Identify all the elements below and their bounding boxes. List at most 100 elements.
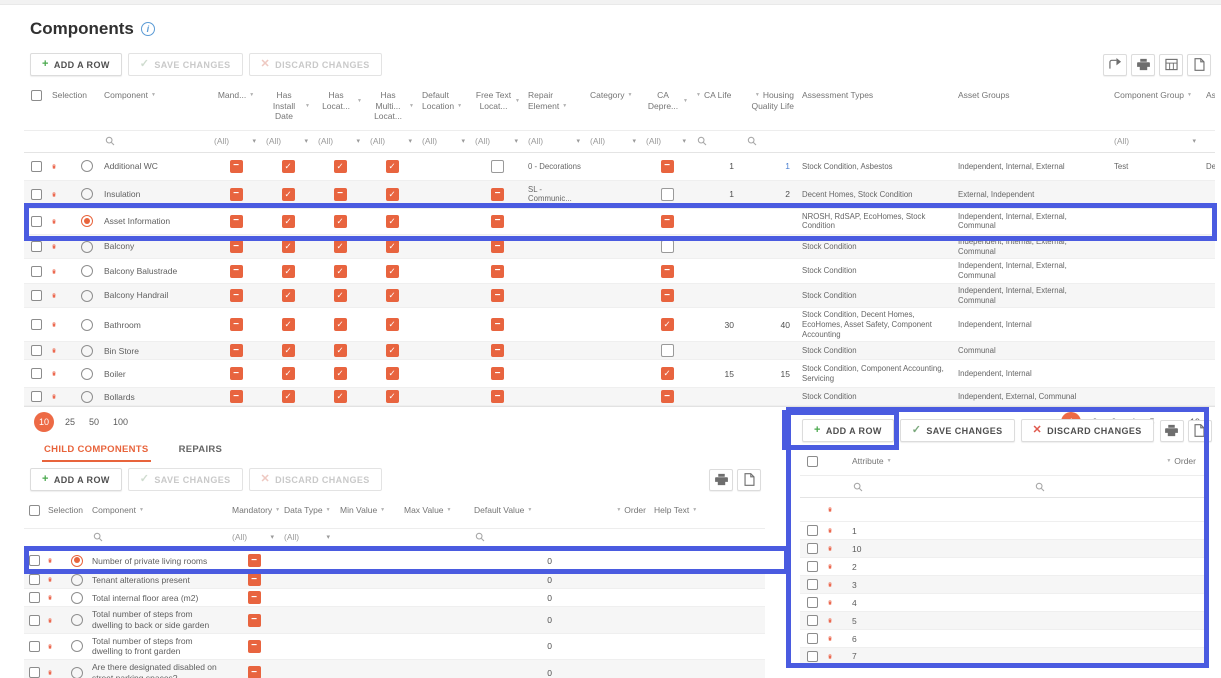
select-all-checkbox[interactable]	[807, 456, 818, 467]
has-install-filter-select[interactable]: (All)▾	[262, 136, 314, 146]
mand-checkbox[interactable]	[230, 215, 243, 228]
child-save-changes-button[interactable]: ✓SAVE CHANGES	[128, 468, 243, 491]
row-radio[interactable]	[71, 614, 83, 626]
has-multi-checkbox[interactable]	[386, 289, 399, 302]
column-header-ca-life[interactable]: ▼CA Life	[692, 88, 742, 103]
column-header-has-multi[interactable]: Has Multi... Locat...▼	[366, 88, 418, 124]
row-checkbox[interactable]	[29, 615, 40, 626]
has-multi-checkbox[interactable]	[386, 215, 399, 228]
mand-checkbox[interactable]	[230, 289, 243, 302]
mandatory-checkbox[interactable]	[248, 591, 261, 604]
row-checkbox[interactable]	[807, 561, 818, 572]
column-header-default-location[interactable]: Default Location▼	[418, 88, 471, 113]
mand-checkbox[interactable]	[230, 344, 243, 357]
table-row-selected[interactable]: Number of private living rooms 0	[24, 551, 765, 571]
column-header-ca-depre[interactable]: CA Depre...▼	[642, 88, 692, 113]
mand-filter-select[interactable]: (All)▾	[210, 136, 262, 146]
row-checkbox[interactable]	[807, 597, 818, 608]
delete-icon[interactable]	[48, 289, 60, 302]
hq-life-filter-input[interactable]	[742, 134, 798, 148]
delete-icon[interactable]	[824, 596, 836, 609]
has-multi-checkbox[interactable]	[386, 344, 399, 357]
table-row[interactable]: 1	[800, 522, 1206, 540]
table-row[interactable]: Are there designated disabled on street …	[24, 660, 765, 678]
has-multi-checkbox[interactable]	[386, 240, 399, 253]
row-checkbox[interactable]	[807, 543, 818, 554]
delete-icon[interactable]	[824, 503, 836, 516]
column-header-asse[interactable]: Asse	[1202, 88, 1215, 103]
has-multi-filter-select[interactable]: (All)▾	[366, 136, 418, 146]
row-radio[interactable]	[71, 667, 83, 678]
table-row[interactable]: Tenant alterations present 0	[24, 571, 765, 589]
row-checkbox[interactable]	[807, 633, 818, 644]
tab-child-components[interactable]: CHILD COMPONENTS	[42, 438, 151, 462]
column-header-help-text[interactable]: Help Text▼	[650, 503, 765, 518]
has-install-checkbox[interactable]	[282, 265, 295, 278]
print-icon[interactable]	[709, 469, 733, 491]
free-text-checkbox[interactable]	[491, 318, 504, 331]
component-group-filter-select[interactable]: (All)▾	[1110, 136, 1202, 146]
table-row[interactable]: Balcony Stock Condition Independent, Int…	[24, 235, 1215, 259]
delete-icon[interactable]	[48, 344, 60, 357]
column-header-max-value[interactable]: Max Value▼	[400, 503, 470, 518]
table-row[interactable]: Bin Store Stock Condition Communal	[24, 342, 1215, 360]
has-locat-checkbox[interactable]	[334, 265, 347, 278]
row-checkbox[interactable]	[31, 368, 42, 379]
row-checkbox[interactable]	[29, 555, 40, 566]
table-row-editing[interactable]	[800, 498, 1206, 522]
row-radio[interactable]	[81, 368, 93, 380]
column-header-asset-groups[interactable]: Asset Groups	[954, 88, 1110, 103]
delete-icon[interactable]	[48, 160, 60, 173]
ca-depre-checkbox[interactable]	[661, 344, 674, 357]
component-filter-input[interactable]	[100, 134, 210, 148]
delete-icon[interactable]	[48, 188, 60, 201]
export-file-icon[interactable]	[1188, 420, 1212, 442]
has-install-checkbox[interactable]	[282, 215, 295, 228]
column-header-free-text[interactable]: Free Text Locat...▼	[471, 88, 524, 113]
free-text-checkbox[interactable]	[491, 240, 504, 253]
delete-icon[interactable]	[48, 265, 60, 278]
column-header-mandatory[interactable]: Mandatory▼	[228, 503, 280, 518]
mandatory-checkbox[interactable]	[248, 640, 261, 653]
delete-icon[interactable]	[824, 578, 836, 591]
row-checkbox[interactable]	[31, 241, 42, 252]
table-row[interactable]: 4	[800, 594, 1206, 612]
column-header-repair-element[interactable]: Repair Element▼	[524, 88, 586, 113]
has-locat-checkbox[interactable]	[334, 390, 347, 403]
row-radio[interactable]	[81, 160, 93, 172]
column-header-min-value[interactable]: Min Value▼	[336, 503, 400, 518]
delete-icon[interactable]	[44, 640, 56, 653]
page-size-active[interactable]: 10	[34, 412, 54, 432]
select-all-checkbox[interactable]	[31, 90, 42, 101]
row-checkbox[interactable]	[31, 161, 42, 172]
delete-icon[interactable]	[48, 367, 60, 380]
row-checkbox[interactable]	[31, 266, 42, 277]
delete-icon[interactable]	[48, 240, 60, 253]
has-install-checkbox[interactable]	[282, 318, 295, 331]
mandatory-checkbox[interactable]	[248, 614, 261, 627]
ca-depre-filter-select[interactable]: (All)▾	[642, 136, 692, 146]
export-file-icon[interactable]	[1187, 54, 1211, 76]
export-file-icon[interactable]	[737, 469, 761, 491]
delete-icon[interactable]	[44, 591, 56, 604]
delete-icon[interactable]	[824, 542, 836, 555]
row-radio[interactable]	[81, 319, 93, 331]
mand-checkbox[interactable]	[230, 188, 243, 201]
row-checkbox[interactable]	[31, 391, 42, 402]
data-type-filter-select[interactable]: (All)▾	[280, 532, 336, 542]
export-selected-icon[interactable]	[1103, 54, 1127, 76]
table-row[interactable]: Balcony Balustrade Stock Condition Indep…	[24, 259, 1215, 283]
delete-icon[interactable]	[44, 554, 56, 567]
delete-icon[interactable]	[824, 650, 836, 663]
tab-repairs[interactable]: REPAIRS	[177, 438, 225, 462]
mand-checkbox[interactable]	[230, 318, 243, 331]
table-row[interactable]: Additional WC 0 - Decorations 1 1 Stock …	[24, 153, 1215, 181]
child-add-row-button[interactable]: +ADD A ROW	[30, 468, 122, 491]
page-size-option[interactable]: 100	[113, 417, 128, 427]
has-locat-checkbox[interactable]	[334, 289, 347, 302]
attribute-filter-input[interactable]	[848, 480, 1030, 494]
table-row[interactable]: 10	[800, 540, 1206, 558]
delete-icon[interactable]	[44, 614, 56, 627]
attr-discard-changes-button[interactable]: ✕DISCARD CHANGES	[1021, 419, 1154, 442]
table-row[interactable]: 6	[800, 630, 1206, 648]
